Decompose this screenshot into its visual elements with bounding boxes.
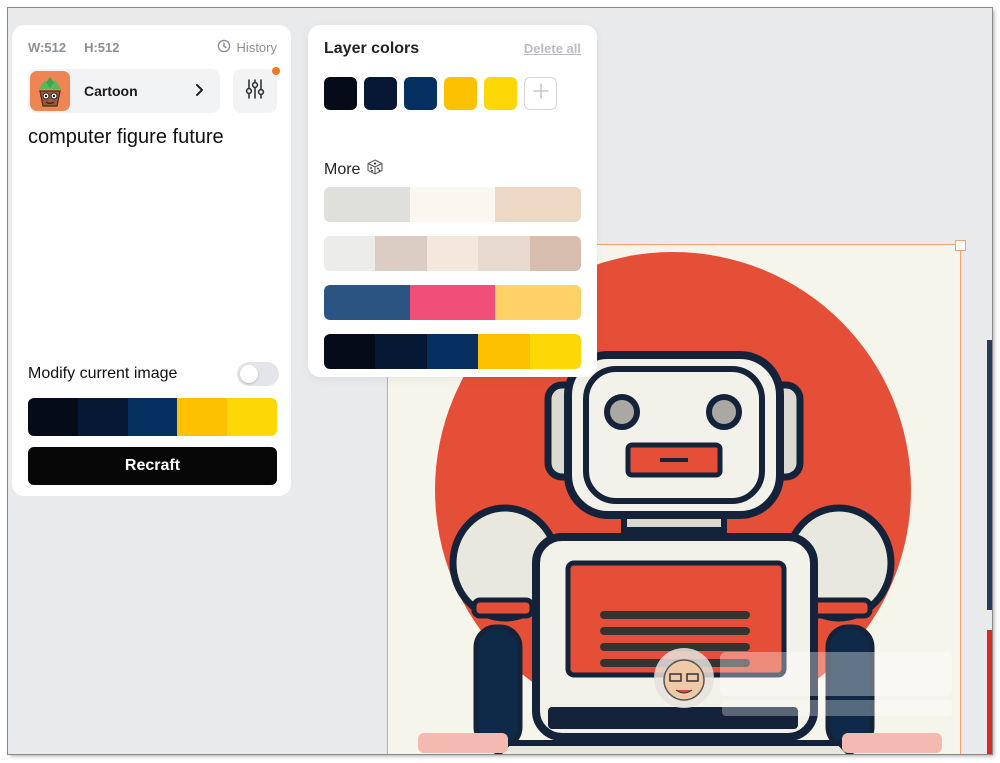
selection-handle[interactable]: [955, 240, 966, 251]
palette-option-color: [375, 334, 427, 369]
add-color-button[interactable]: [524, 77, 557, 110]
clock-icon: [217, 39, 231, 56]
watermark: [648, 640, 958, 720]
palette-option-color: [324, 236, 376, 271]
palette-option-color: [324, 187, 410, 222]
palette-option[interactable]: [324, 236, 581, 271]
current-palette[interactable]: [28, 398, 277, 436]
popover-title: Layer colors: [324, 40, 420, 57]
more-section[interactable]: More: [324, 158, 384, 181]
palette-option-color: [495, 187, 581, 222]
palette-option[interactable]: [324, 187, 581, 222]
modify-label: Modify current image: [28, 365, 178, 382]
dice-icon: [366, 158, 384, 181]
layer-color-swatch[interactable]: [444, 77, 477, 110]
palette-option-color: [529, 236, 581, 271]
history-label: History: [236, 40, 277, 55]
palette-option[interactable]: [324, 334, 581, 369]
palette-option-color: [324, 285, 410, 320]
palette-color-3: [127, 398, 178, 436]
history-button[interactable]: History: [217, 39, 277, 56]
layer-colors-popover: Layer colors Delete all More: [308, 25, 597, 377]
layer-color-swatch[interactable]: [404, 77, 437, 110]
style-label: Cartoon: [84, 83, 138, 99]
image-dimensions: W:512 H:512: [28, 40, 137, 55]
palette-color-1: [28, 398, 78, 436]
palette-option-color: [495, 285, 581, 320]
layer-color-swatch[interactable]: [364, 77, 397, 110]
palette-option-color: [375, 236, 427, 271]
notification-dot: [272, 67, 280, 75]
palette-option-color: [409, 285, 496, 320]
layer-color-swatches: [324, 77, 557, 110]
palette-option-color: [478, 236, 530, 271]
layer-color-swatch[interactable]: [324, 77, 357, 110]
chevron-right-icon: [190, 81, 208, 104]
adjacent-canvas-item: [987, 340, 992, 610]
generation-panel: W:512 H:512 History Cartoon computer fig…: [12, 25, 291, 496]
palette-option-color: [529, 334, 581, 369]
height-label: H:512: [84, 40, 120, 55]
palette-option-color: [426, 236, 479, 271]
palette-option-color: [426, 334, 479, 369]
plus-icon: [531, 81, 551, 106]
app-window: W:512 H:512 History Cartoon computer fig…: [8, 8, 992, 754]
width-label: W:512: [28, 40, 67, 55]
palette-color-4: [177, 398, 228, 436]
adjacent-canvas-item: [987, 630, 992, 754]
palette-option-color: [324, 334, 376, 369]
toggle-knob: [240, 365, 258, 383]
style-thumbnail: [30, 71, 70, 111]
layer-color-swatch[interactable]: [484, 77, 517, 110]
modify-toggle[interactable]: [237, 362, 279, 386]
settings-button[interactable]: [233, 67, 280, 113]
style-selector[interactable]: Cartoon: [28, 69, 220, 113]
palette-color-2: [77, 398, 128, 436]
palette-option-color: [409, 187, 496, 222]
palette-color-5: [227, 398, 277, 436]
palette-option-color: [478, 334, 530, 369]
sliders-icon: [243, 77, 267, 106]
recraft-button[interactable]: Recraft: [28, 447, 277, 485]
more-label: More: [324, 160, 361, 178]
delete-all-link[interactable]: Delete all: [524, 41, 581, 56]
prompt-text[interactable]: computer figure future: [28, 126, 224, 149]
palette-option[interactable]: [324, 285, 581, 320]
